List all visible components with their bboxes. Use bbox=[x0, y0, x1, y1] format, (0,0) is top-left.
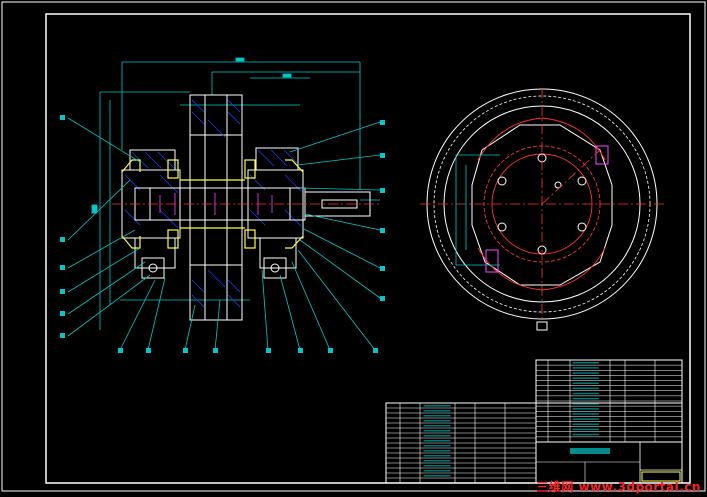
cell-text-mark bbox=[572, 433, 599, 436]
cad-canvas[interactable]: 三维网 www.3dportal.cn bbox=[0, 0, 707, 497]
end-view[interactable] bbox=[420, 88, 665, 331]
cell-text-mark bbox=[572, 423, 599, 425]
cell-text-mark bbox=[423, 450, 451, 452]
cell-text-mark bbox=[423, 460, 451, 462]
cell-text-mark bbox=[572, 377, 599, 379]
cell-text-mark bbox=[423, 410, 451, 412]
cell-text-mark bbox=[423, 415, 451, 417]
parts-list-rows bbox=[536, 362, 682, 438]
cell-text-mark bbox=[423, 440, 451, 442]
lugs bbox=[485, 145, 609, 273]
end-view-centerlines bbox=[420, 88, 665, 322]
drawing-title-cell bbox=[570, 448, 610, 454]
foot-mark bbox=[536, 321, 548, 331]
cell-text-mark bbox=[572, 392, 599, 395]
cell-text-mark bbox=[572, 428, 599, 431]
section-view[interactable] bbox=[60, 57, 385, 353]
cell-text-mark bbox=[572, 418, 599, 420]
parts-list-table[interactable] bbox=[535, 359, 683, 443]
cell-text-mark bbox=[423, 425, 451, 427]
cell-text-mark bbox=[423, 465, 451, 467]
cell-text-mark bbox=[423, 405, 451, 407]
cell-text-mark bbox=[572, 367, 599, 369]
cell-text-mark bbox=[423, 470, 451, 472]
right-bearing-housing bbox=[247, 147, 304, 279]
cell-text-mark bbox=[572, 382, 599, 384]
cell-text-mark bbox=[423, 475, 451, 477]
left-bearing-hatch bbox=[124, 151, 179, 229]
watermark: 三维网 www.3dportal.cn bbox=[536, 480, 701, 494]
outer-frame bbox=[1, 1, 706, 492]
wheel-hatch bbox=[191, 99, 241, 308]
left-bearing-housing bbox=[121, 149, 181, 279]
part-balloons bbox=[60, 115, 385, 353]
cell-text-mark bbox=[423, 435, 451, 437]
cell-text-mark bbox=[572, 387, 599, 390]
cell-text-mark bbox=[423, 430, 451, 432]
revision-table-rows bbox=[386, 405, 536, 479]
cell-text-mark bbox=[572, 408, 599, 410]
title-block[interactable] bbox=[385, 402, 683, 484]
cell-text-mark bbox=[423, 445, 451, 447]
cell-text-mark bbox=[423, 455, 451, 457]
cell-text-mark bbox=[572, 413, 599, 415]
cad-drawing[interactable] bbox=[0, 0, 707, 497]
inner-frame bbox=[45, 13, 691, 484]
leader-lines bbox=[67, 117, 381, 351]
cell-text-mark bbox=[572, 362, 599, 364]
cell-text-mark bbox=[572, 397, 599, 400]
cell-text-mark bbox=[572, 372, 599, 374]
cell-text-mark bbox=[423, 420, 451, 422]
